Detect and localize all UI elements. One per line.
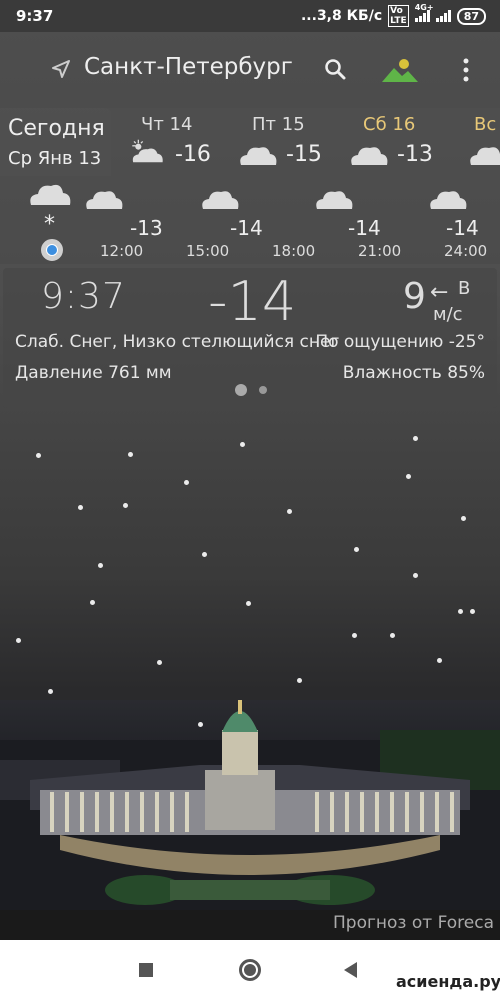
day-name: Чт 14 <box>141 114 193 135</box>
current-time: 9:37 <box>41 276 126 317</box>
cloud-icon <box>470 147 500 165</box>
hour-time: 15:00 <box>186 242 230 260</box>
cloud-icon <box>240 147 277 165</box>
background-city-image <box>0 700 500 910</box>
status-icons: ...3,8 КБ/с Vo LTE 4G+ 87 <box>300 3 486 27</box>
day-name: Сб 16 <box>363 114 416 135</box>
location-arrow-icon[interactable] <box>52 60 70 78</box>
hour-time: 24:00 <box>444 242 488 260</box>
system-nav-bar: асиенда.ру <box>0 940 500 1000</box>
day-name: Вс <box>474 114 497 135</box>
day-temp: -13 <box>397 142 433 167</box>
hour-time: 21:00 <box>358 242 402 260</box>
hourly-forecast[interactable]: * -13 -14 -14 -14 12:00 15:00 18:00 21:0… <box>0 176 500 264</box>
hour-time: 18:00 <box>272 242 316 260</box>
day-temp: -16 <box>175 142 211 167</box>
provider-strip: Прогноз от Foreca <box>0 910 500 940</box>
hour-time: 12:00 <box>100 242 144 260</box>
day-name: Пт 15 <box>252 114 305 135</box>
landscape-icon[interactable] <box>382 56 418 84</box>
search-icon[interactable] <box>324 58 346 80</box>
day-temp: -15 <box>286 142 322 167</box>
network-speed: ...3,8 КБ/с <box>300 8 383 24</box>
day-tab-sun[interactable]: Вс <box>466 108 500 176</box>
cloud-icon <box>351 147 388 165</box>
snow-cloud-icon <box>30 184 71 205</box>
app-header: Санкт-Петербург <box>0 32 500 108</box>
wind-unit: м/с <box>433 304 463 325</box>
wifi-signal-icon <box>435 10 451 22</box>
cathedral-illustration <box>0 700 500 910</box>
today-date: Ср Янв 13 <box>8 148 102 169</box>
page-dot <box>259 386 267 394</box>
day-tab-sat[interactable]: Сб 16 -13 <box>349 108 449 176</box>
wind-speed: 9 <box>403 276 426 317</box>
today-label: Сегодня <box>8 116 105 141</box>
wind-direction: В <box>458 278 471 299</box>
page-indicator <box>235 384 267 396</box>
recents-button[interactable] <box>139 963 153 977</box>
cloud-icon <box>316 191 353 209</box>
current-temperature: -14 <box>208 270 297 333</box>
volte-icon: Vo LTE <box>388 5 409 27</box>
cloud-icon <box>430 191 467 209</box>
cloud-icon <box>202 191 239 209</box>
home-button[interactable] <box>239 959 261 981</box>
day-tab-today[interactable]: Сегодня Ср Янв 13 <box>0 108 111 176</box>
network-type: 4G+ <box>414 3 434 12</box>
more-vert-icon[interactable] <box>458 56 474 84</box>
humidity: Влажность 85% <box>342 363 485 383</box>
page-dot-active <box>235 384 247 396</box>
wind-direction-icon: ← <box>430 280 449 305</box>
city-title[interactable]: Санкт-Петербург <box>84 54 293 80</box>
status-bar: 9:37 ...3,8 КБ/с Vo LTE 4G+ 87 <box>0 0 500 32</box>
day-tab-thu[interactable]: Чт 14 -16 <box>127 108 227 176</box>
hour-temp: -14 <box>348 216 381 240</box>
hour-temp: -14 <box>230 216 263 240</box>
day-tab-fri[interactable]: Пт 15 -15 <box>238 108 338 176</box>
cloud-icon <box>86 191 123 209</box>
watermark: асиенда.ру <box>396 972 500 991</box>
pressure: Давление 761 мм <box>15 363 172 383</box>
provider-credit[interactable]: Прогноз от Foreca <box>333 913 494 933</box>
back-button[interactable] <box>344 962 357 978</box>
hour-temp: -13 <box>130 216 163 240</box>
condition-text: Слаб. Снег, Низко стелющийся снег <box>15 332 340 352</box>
battery-icon: 87 <box>456 7 486 25</box>
snow-marker: * <box>44 212 55 237</box>
daily-forecast-strip[interactable]: Сегодня Ср Янв 13 Чт 14 -16 Пт 15 -15 Сб… <box>0 108 500 176</box>
current-conditions-panel[interactable]: 9:37 -14 9 ← В м/с Слаб. Снег, Низко сте… <box>3 268 497 408</box>
feels-like: По ощущению -25° <box>315 332 485 352</box>
status-time: 9:37 <box>16 7 54 25</box>
hour-temp: -14 <box>446 216 479 240</box>
signal-icon: 4G+ <box>414 3 434 22</box>
current-time-marker <box>41 239 63 261</box>
sun-cloud-icon <box>132 139 163 163</box>
